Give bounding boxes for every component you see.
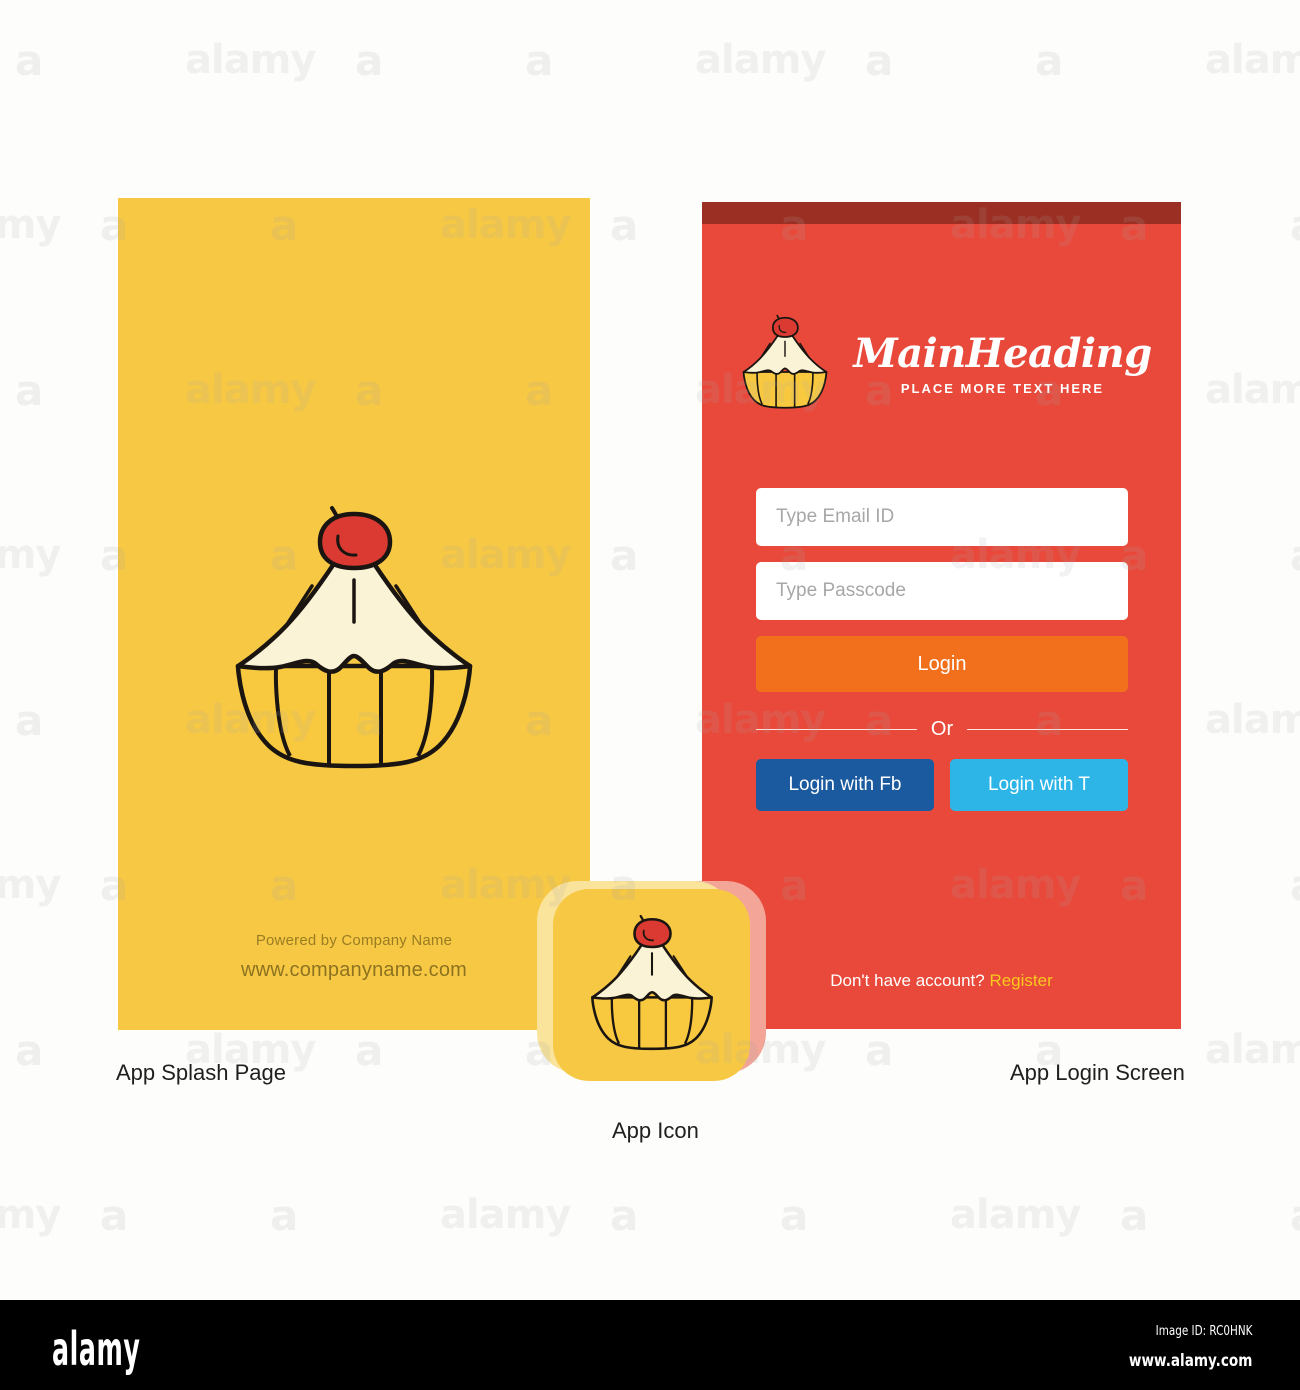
watermark-letter: a [355, 36, 384, 85]
watermark-letter: a [355, 1026, 384, 1075]
watermark-word: alamy [1205, 1027, 1300, 1073]
watermark-letter: a [1290, 1195, 1300, 1237]
watermark-letter: a [1120, 1191, 1149, 1240]
watermark-letter: a [15, 366, 44, 415]
watermark-letter: a [1035, 36, 1064, 85]
watermark-letter: a [865, 36, 894, 85]
watermark-letter: a [15, 696, 44, 745]
splash-footer: Powered by Company Name www.companyname.… [118, 932, 590, 982]
cupcake-app-icon [585, 911, 719, 1060]
watermark-letter: a [865, 1026, 894, 1075]
login-button[interactable]: Login [756, 636, 1128, 692]
watermark-word: alamy [695, 37, 826, 83]
watermark-word: alamy [0, 1192, 61, 1238]
watermark-word: alamy [950, 1192, 1081, 1238]
watermark-letter: a [610, 201, 639, 250]
watermark-word: alamy [1205, 37, 1300, 83]
login-form: Login Or Login with Fb Login with T [756, 488, 1128, 811]
image-id-text: Image ID: RC0HNK [1155, 1324, 1252, 1339]
screenshot-canvas: Powered by Company Name www.companyname.… [0, 0, 1300, 1390]
divider-line-right [967, 729, 1128, 730]
alamy-footer-bar: alamy Image ID: RC0HNK www.alamy.com [0, 1300, 1300, 1390]
login-with-twitter-button[interactable]: Login with T [950, 759, 1128, 811]
watermark-word: alamy [0, 862, 61, 908]
watermark-letter: a [15, 36, 44, 85]
cupcake-illustration [224, 498, 484, 783]
brand-text-block: MainHeading PLACE MORE TEXT HERE [853, 329, 1152, 396]
page-subtitle: PLACE MORE TEXT HERE [900, 380, 1105, 396]
passcode-field[interactable] [756, 562, 1128, 620]
register-question: Don't have account? [830, 971, 985, 990]
watermark-word: alamy [185, 37, 316, 83]
app-login-screen: MainHeading PLACE MORE TEXT HERE Login O… [702, 202, 1181, 1029]
alamy-url-text: www.alamy.com [1128, 1351, 1252, 1371]
watermark-letter: a [15, 1026, 44, 1075]
email-field[interactable] [756, 488, 1128, 546]
divider-line-left [756, 729, 917, 730]
caption-login: App Login Screen [1010, 1060, 1185, 1085]
watermark-letter: a [525, 36, 554, 85]
watermark-word: alamy [1205, 697, 1300, 743]
watermark-letter: a [100, 1191, 129, 1240]
watermark-word: alamy [0, 202, 61, 248]
caption-splash: App Splash Page [116, 1060, 287, 1085]
or-label: Or [930, 718, 954, 740]
company-website-text: www.companyname.com [240, 959, 468, 981]
alamy-logo: alamy [52, 1322, 141, 1376]
brand-header: MainHeading PLACE MORE TEXT HERE [702, 312, 1181, 417]
watermark-letter: a [610, 531, 639, 580]
footer-right-block: Image ID: RC0HNK www.alamy.com [1098, 1324, 1252, 1371]
watermark-letter: a [1290, 535, 1300, 577]
watermark-letter: a [780, 1191, 809, 1240]
register-link[interactable]: Register [989, 971, 1052, 990]
or-divider: Or [756, 718, 1128, 741]
page-title: MainHeading [853, 329, 1152, 377]
app-icon-block [537, 881, 766, 1081]
cupcake-logo-icon [731, 312, 839, 417]
watermark-word: alamy [1205, 367, 1300, 413]
caption-app-icon: App Icon [612, 1118, 699, 1143]
register-row: Don't have account? Register [702, 971, 1181, 991]
social-login-row: Login with Fb Login with T [756, 759, 1128, 811]
watermark-letter: a [610, 1191, 639, 1240]
watermark-letter: a [270, 1191, 299, 1240]
app-splash-screen: Powered by Company Name www.companyname.… [118, 198, 590, 1030]
app-icon[interactable] [553, 889, 750, 1081]
status-bar [702, 202, 1181, 224]
watermark-letter: a [1290, 205, 1300, 247]
watermark-word: alamy [440, 1192, 571, 1238]
powered-by-text: Powered by Company Name [255, 932, 453, 949]
login-with-facebook-button[interactable]: Login with Fb [756, 759, 934, 811]
watermark-letter: a [1290, 865, 1300, 907]
watermark-word: alamy [0, 532, 61, 578]
